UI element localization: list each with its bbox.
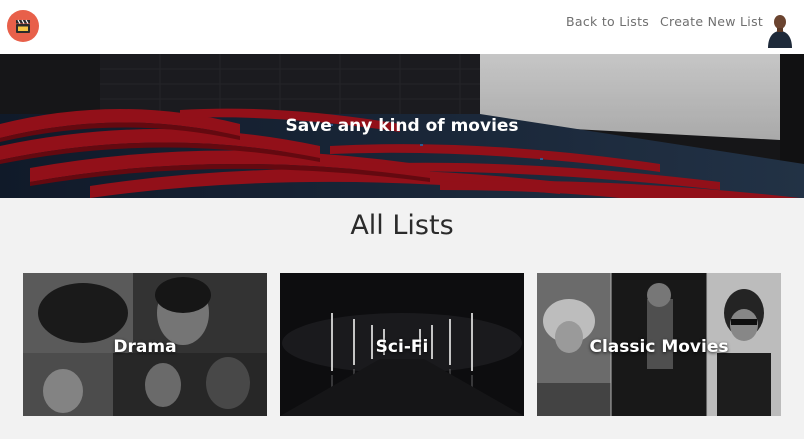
card-label: Drama <box>113 336 177 357</box>
avatar[interactable] <box>766 11 794 48</box>
hero-title-text: Save any kind of movies <box>285 116 519 136</box>
navbar: Back to Lists Create New List <box>0 0 804 54</box>
card-label: Sci-Fi <box>375 336 429 357</box>
list-card-drama[interactable]: Drama <box>23 273 267 416</box>
list-card-classic-movies[interactable]: Classic Movies <box>537 273 781 416</box>
user-avatar-icon <box>766 11 794 48</box>
hero-banner: Save any kind of movies <box>0 54 804 198</box>
page-title: All Lists <box>350 210 454 241</box>
list-card-sci-fi[interactable]: Sci-Fi <box>280 273 524 416</box>
clapperboard-icon <box>16 19 30 33</box>
create-new-list-link[interactable]: Create New List <box>660 14 763 29</box>
home-logo-button[interactable] <box>7 10 39 42</box>
hero-title: Save any kind of movies <box>0 116 804 136</box>
card-label: Classic Movies <box>589 336 729 357</box>
back-to-lists-link[interactable]: Back to Lists <box>566 14 649 29</box>
